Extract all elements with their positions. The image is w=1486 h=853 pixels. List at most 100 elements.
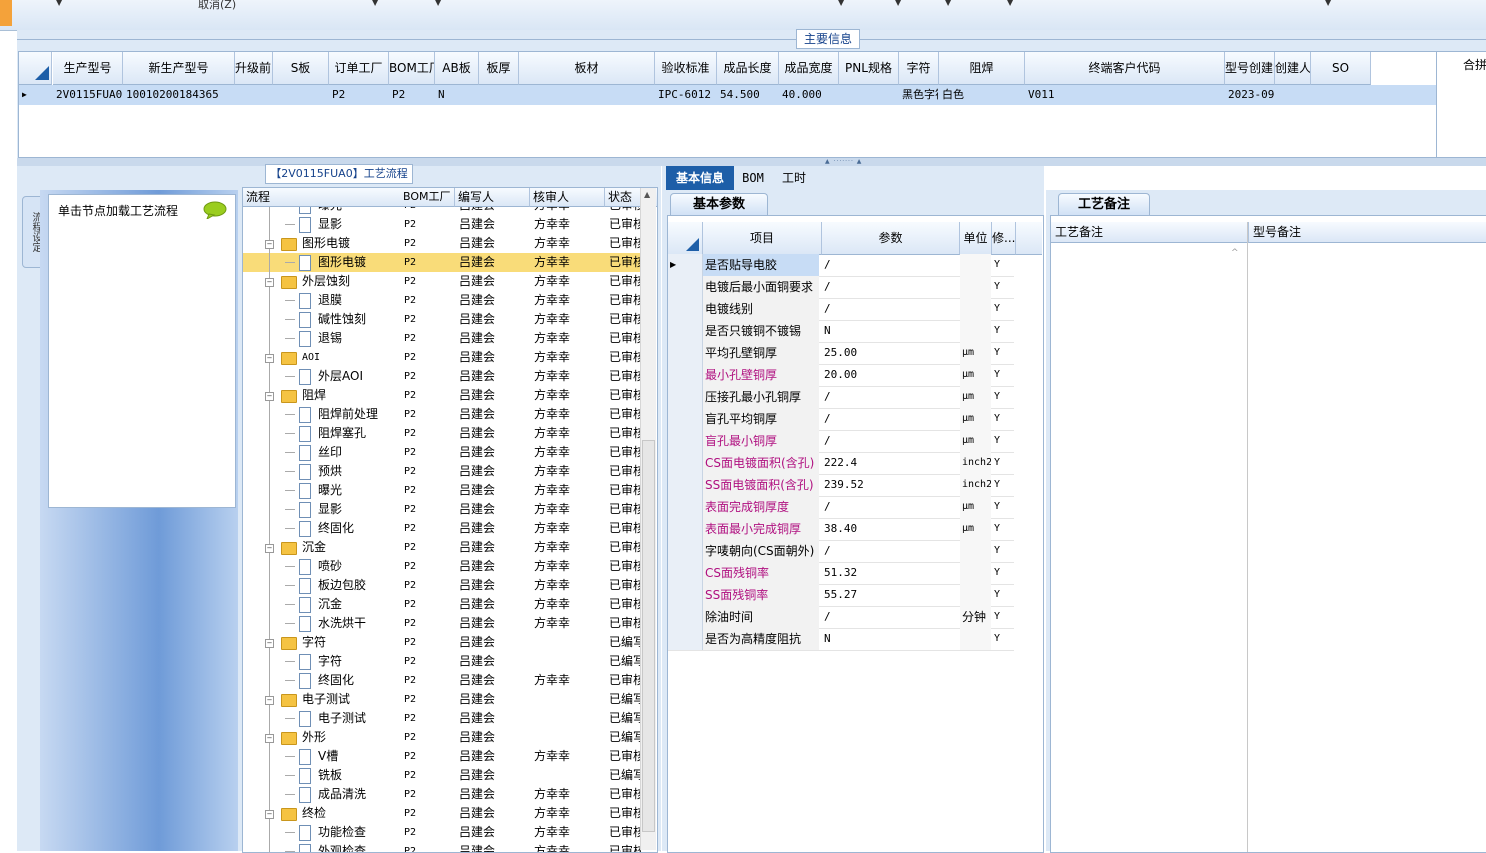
tree-cell-writer[interactable]: 吕建会 bbox=[459, 766, 519, 785]
tree-cell-status[interactable]: 已审核 bbox=[609, 614, 641, 633]
app-menu-button[interactable] bbox=[0, 0, 12, 26]
tree-cell-reviewer[interactable]: 方幸幸 bbox=[534, 481, 594, 500]
tree-cell-status[interactable]: 已审核 bbox=[609, 462, 641, 481]
model-grid-cell[interactable]: 白色 bbox=[939, 85, 1024, 105]
tree-cell-status[interactable]: 已审核 bbox=[609, 481, 641, 500]
tree-node-step[interactable]: 图形电镀P2吕建会方幸幸已审核 bbox=[243, 253, 641, 272]
tree-cell-writer[interactable]: 吕建会 bbox=[459, 842, 519, 852]
tree-cell-status[interactable]: 已编写 bbox=[609, 728, 641, 747]
tree-node-label[interactable]: 退锡 bbox=[318, 329, 418, 348]
tree-node-label[interactable]: 铣板 bbox=[318, 766, 418, 785]
model-grid-cell[interactable]: P2 bbox=[329, 85, 388, 105]
param-value[interactable]: N bbox=[822, 320, 957, 342]
tree-cell-writer[interactable]: 吕建会 bbox=[459, 310, 519, 329]
tree-cell-reviewer[interactable] bbox=[534, 652, 594, 671]
param-value[interactable]: / bbox=[822, 540, 957, 562]
column-header[interactable]: SO bbox=[1311, 52, 1371, 85]
model-grid-cell[interactable] bbox=[519, 85, 654, 105]
tree-node-label[interactable]: 曝光 bbox=[318, 481, 418, 500]
tree-cell-status[interactable]: 已审核 bbox=[609, 671, 641, 690]
tree-node-step[interactable]: 功能检查P2吕建会方幸幸已审核 bbox=[243, 823, 641, 842]
tree-cell-bom[interactable]: P2 bbox=[404, 272, 464, 291]
param-value[interactable]: 51.32 bbox=[822, 562, 957, 584]
collapse-toggle-icon[interactable]: − bbox=[265, 278, 274, 287]
param-row[interactable]: 是否为高精度阻抗 N Y bbox=[668, 628, 1014, 651]
tree-cell-status[interactable]: 已审核 bbox=[609, 519, 641, 538]
row-indicator-icon[interactable]: ▶ bbox=[668, 254, 703, 276]
tree-cell-writer[interactable]: 吕建会 bbox=[459, 595, 519, 614]
chevron-down-icon[interactable]: ▼ bbox=[945, 0, 951, 7]
tree-cell-status[interactable]: 已审核 bbox=[609, 367, 641, 386]
tree-cell-reviewer[interactable]: 方幸幸 bbox=[534, 557, 594, 576]
tree-scroll-thumb[interactable] bbox=[642, 440, 655, 832]
tree-cell-bom[interactable]: P2 bbox=[404, 291, 464, 310]
tree-cell-status[interactable]: 已审核 bbox=[609, 595, 641, 614]
tree-cell-writer[interactable]: 吕建会 bbox=[459, 652, 519, 671]
tree-node-label[interactable]: V槽 bbox=[318, 747, 418, 766]
tree-cell-bom[interactable]: P2 bbox=[404, 804, 464, 823]
tree-node-label[interactable]: 碱性蚀刻 bbox=[318, 310, 418, 329]
tree-node-folder[interactable]: − 沉金P2吕建会方幸幸已审核 bbox=[243, 538, 641, 557]
tree-node-label[interactable]: 字符 bbox=[302, 633, 402, 652]
tree-node-step[interactable]: 预烘P2吕建会方幸幸已审核 bbox=[243, 462, 641, 481]
notes-grid[interactable]: 工艺备注 型号备注 ^ bbox=[1050, 215, 1486, 853]
tree-cell-bom[interactable]: P2 bbox=[404, 595, 464, 614]
tree-node-step[interactable]: 阻焊前处理P2吕建会方幸幸已审核 bbox=[243, 405, 641, 424]
tree-cell-writer[interactable]: 吕建会 bbox=[459, 253, 519, 272]
tree-cell-status[interactable]: 已审核 bbox=[609, 538, 641, 557]
grid-corner[interactable] bbox=[19, 52, 52, 85]
tree-node-step[interactable]: 终固化P2吕建会方幸幸已审核 bbox=[243, 671, 641, 690]
tree-cell-reviewer[interactable]: 方幸幸 bbox=[534, 329, 594, 348]
tree-node-label[interactable]: 水洗烘干 bbox=[318, 614, 418, 633]
tree-cell-writer[interactable]: 吕建会 bbox=[459, 633, 519, 652]
tree-cell-writer[interactable]: 吕建会 bbox=[459, 329, 519, 348]
tree-column-header[interactable]: 编写人 bbox=[455, 188, 530, 207]
tree-node-label[interactable]: 外层AOI bbox=[318, 367, 418, 386]
column-header[interactable]: S板 bbox=[273, 52, 329, 85]
column-header[interactable]: 升级前旧生产型号 bbox=[235, 52, 273, 85]
row-selector[interactable] bbox=[668, 496, 703, 518]
tree-cell-bom[interactable]: P2 bbox=[404, 424, 464, 443]
tree-node-label[interactable]: 终检 bbox=[302, 804, 402, 823]
row-selector[interactable] bbox=[668, 540, 703, 562]
tree-cell-writer[interactable]: 吕建会 bbox=[459, 424, 519, 443]
tree-cell-writer[interactable]: 吕建会 bbox=[459, 367, 519, 386]
tree-node-folder[interactable]: − 图形电镀P2吕建会方幸幸已审核 bbox=[243, 234, 641, 253]
tree-node-label[interactable]: 电子测试 bbox=[302, 690, 402, 709]
tree-node-folder[interactable]: − 外层蚀刻P2吕建会方幸幸已审核 bbox=[243, 272, 641, 291]
tree-cell-reviewer[interactable]: 方幸幸 bbox=[534, 785, 594, 804]
tree-cell-bom[interactable]: P2 bbox=[404, 253, 464, 272]
model-grid-cell[interactable] bbox=[1275, 85, 1310, 105]
tree-cell-status[interactable]: 已审核 bbox=[609, 329, 641, 348]
tree-cell-reviewer[interactable]: 方幸幸 bbox=[534, 842, 594, 852]
column-header[interactable]: PNL规格 bbox=[839, 52, 899, 85]
tree-node-folder[interactable]: − 终检P2吕建会方幸幸已审核 bbox=[243, 804, 641, 823]
tree-cell-reviewer[interactable]: 方幸幸 bbox=[534, 310, 594, 329]
collapse-toggle-icon[interactable]: − bbox=[265, 734, 274, 743]
tree-cell-status[interactable]: 已编写 bbox=[609, 633, 641, 652]
param-row[interactable]: 表面最小完成铜厚 38.40 μm Y bbox=[668, 518, 1014, 541]
param-value[interactable]: / bbox=[822, 298, 957, 320]
tree-node-folder[interactable]: − AOIP2吕建会方幸幸已审核 bbox=[243, 348, 641, 367]
tree-cell-status[interactable]: 已审核 bbox=[609, 785, 641, 804]
tree-cell-writer[interactable]: 吕建会 bbox=[459, 804, 519, 823]
tree-cell-reviewer[interactable]: 方幸幸 bbox=[534, 405, 594, 424]
collapse-toggle-icon[interactable]: − bbox=[265, 639, 274, 648]
param-value[interactable]: 239.52 bbox=[822, 474, 957, 496]
row-selector[interactable] bbox=[668, 606, 703, 628]
column-header[interactable]: 成品宽度 bbox=[779, 52, 839, 85]
tree-cell-bom[interactable]: P2 bbox=[404, 633, 464, 652]
scroll-up-icon[interactable]: ▲ bbox=[644, 190, 650, 199]
column-header[interactable]: 型号创建时间 bbox=[1225, 52, 1275, 85]
cancel-button[interactable]: 取消(Z) bbox=[198, 0, 236, 12]
tree-node-label[interactable]: 字符 bbox=[318, 652, 418, 671]
tree-node-label[interactable]: 成品清洗 bbox=[318, 785, 418, 804]
row-selector[interactable] bbox=[668, 452, 703, 474]
tree-cell-status[interactable]: 已审核 bbox=[609, 576, 641, 595]
row-selector[interactable] bbox=[668, 408, 703, 430]
tree-node-label[interactable]: 终固化 bbox=[318, 519, 418, 538]
tree-node-step[interactable]: 曝光P2吕建会方幸幸已审核 bbox=[243, 481, 641, 500]
column-header[interactable]: 订单工厂 bbox=[329, 52, 389, 85]
model-grid-cell[interactable]: IPC-6012 II级 bbox=[655, 85, 716, 105]
tree-column-header[interactable]: 流程 bbox=[243, 188, 401, 207]
